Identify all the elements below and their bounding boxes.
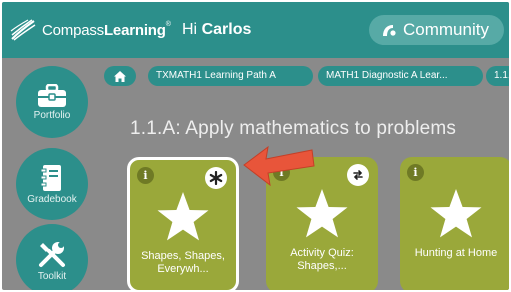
- breadcrumb-item[interactable]: TXMATH1 Learning Path A: [148, 66, 313, 86]
- page-title: 1.1.A: Apply mathematics to problems: [130, 118, 457, 139]
- breadcrumb-item[interactable]: 1.1.A: [486, 66, 509, 86]
- sidebar-item-toolkit[interactable]: Toolkit: [16, 224, 88, 290]
- tools-icon: [39, 241, 65, 267]
- brand-name-bold: Learning: [103, 21, 166, 39]
- breadcrumb-item[interactable]: MATH1 Diagnostic A Lear...: [318, 66, 483, 86]
- info-icon[interactable]: i: [137, 167, 154, 184]
- activity-card-selected[interactable]: i Shapes, Shapes, Everywh...: [127, 157, 239, 290]
- pointer-arrow-icon: [243, 145, 315, 187]
- brand-name-light: Compass: [42, 21, 104, 39]
- brand-registered-mark: ®: [165, 20, 171, 28]
- sidebar-item-label: Toolkit: [37, 270, 67, 282]
- community-icon: [383, 25, 396, 36]
- community-label: Community: [403, 20, 489, 39]
- card-title: Hunting at Home: [414, 247, 498, 259]
- card-title: Activity Quiz: Shapes,...: [290, 247, 354, 272]
- activity-card[interactable]: i Hunting at Home: [400, 157, 509, 290]
- arrows-swap-icon[interactable]: [347, 164, 369, 186]
- breadcrumb-home[interactable]: [104, 66, 136, 86]
- sidebar-item-label: Portfolio: [33, 109, 71, 121]
- greeting-text: Hi: [182, 21, 198, 38]
- user-greeting: Hi Carlos: [182, 21, 251, 39]
- asterisk-icon[interactable]: [205, 167, 227, 189]
- card-title: Shapes, Shapes, Everywh...: [141, 250, 225, 275]
- briefcase-icon: [38, 83, 66, 107]
- star-icon: [157, 192, 209, 241]
- star-icon: [430, 189, 482, 238]
- user-name: Carlos: [201, 21, 252, 38]
- community-button[interactable]: Community: [369, 15, 504, 45]
- star-icon: [296, 189, 348, 238]
- sidebar-item-gradebook[interactable]: Gradebook: [16, 148, 88, 220]
- info-icon[interactable]: i: [407, 164, 424, 181]
- app-window: CompassLearning® Hi Carlos Community Por…: [2, 2, 509, 290]
- notebook-icon: [41, 164, 61, 191]
- compass-logo-icon: [10, 19, 36, 41]
- sidebar-item-portfolio[interactable]: Portfolio: [16, 66, 88, 138]
- home-icon: [114, 70, 126, 82]
- sidebar-item-label: Gradebook: [27, 193, 77, 205]
- brand-logo[interactable]: CompassLearning®: [10, 18, 171, 42]
- top-bar: CompassLearning® Hi Carlos Community: [2, 2, 509, 58]
